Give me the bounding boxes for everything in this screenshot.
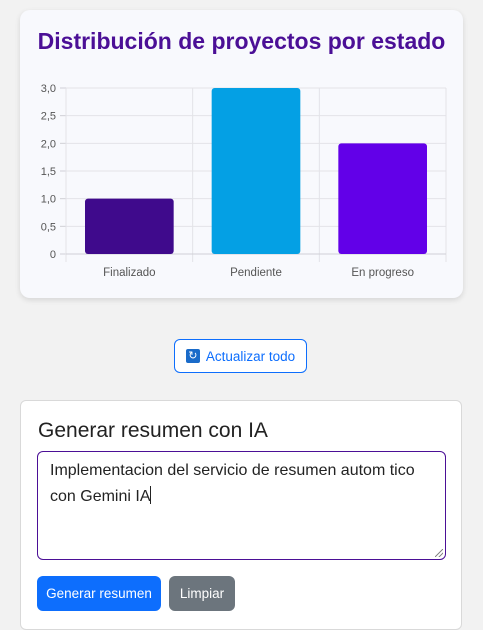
- refresh-label: Actualizar todo: [205, 348, 296, 364]
- x-tick-label: Finalizado: [103, 267, 155, 279]
- y-tick-label: 0,5: [41, 221, 56, 233]
- refresh-all-button[interactable]: ↻ Actualizar todo: [174, 339, 307, 373]
- text-cursor: [150, 486, 152, 504]
- y-tick-label: 0: [50, 249, 56, 261]
- bar-pendiente: [211, 88, 301, 254]
- y-tick-label: 2,0: [41, 138, 56, 150]
- refresh-icon: ↻: [185, 349, 200, 363]
- summary-card: Generar resumen con IA Implementacion de…: [20, 400, 462, 630]
- summary-title: Generar resumen con IA: [38, 419, 268, 442]
- y-tick-label: 1,0: [41, 194, 56, 206]
- bar-en-progreso: [338, 143, 427, 254]
- generate-summary-button[interactable]: Generar resumen: [37, 576, 161, 611]
- y-tick-label: 2,5: [41, 111, 56, 123]
- y-tick-label: 3,0: [41, 83, 56, 95]
- clear-button[interactable]: Limpiar: [169, 576, 235, 611]
- summary-textarea-value: Implementacion del servicio de resumen a…: [50, 462, 415, 505]
- summary-textarea[interactable]: Implementacion del servicio de resumen a…: [37, 451, 446, 560]
- bar-finalizado: [85, 198, 174, 254]
- x-tick-label: En progreso: [351, 267, 414, 279]
- bar-chart: 0 0,5 1,0 1,5 2,0 2,5 3,0 Finalizado Pendiente En…: [41, 83, 447, 279]
- resize-handle[interactable]: [435, 549, 443, 557]
- chart-card: Distribución de proyectos por estado 0 0,…: [20, 10, 463, 298]
- x-tick-label: Pendiente: [230, 267, 282, 279]
- y-tick-label: 1,5: [41, 166, 56, 178]
